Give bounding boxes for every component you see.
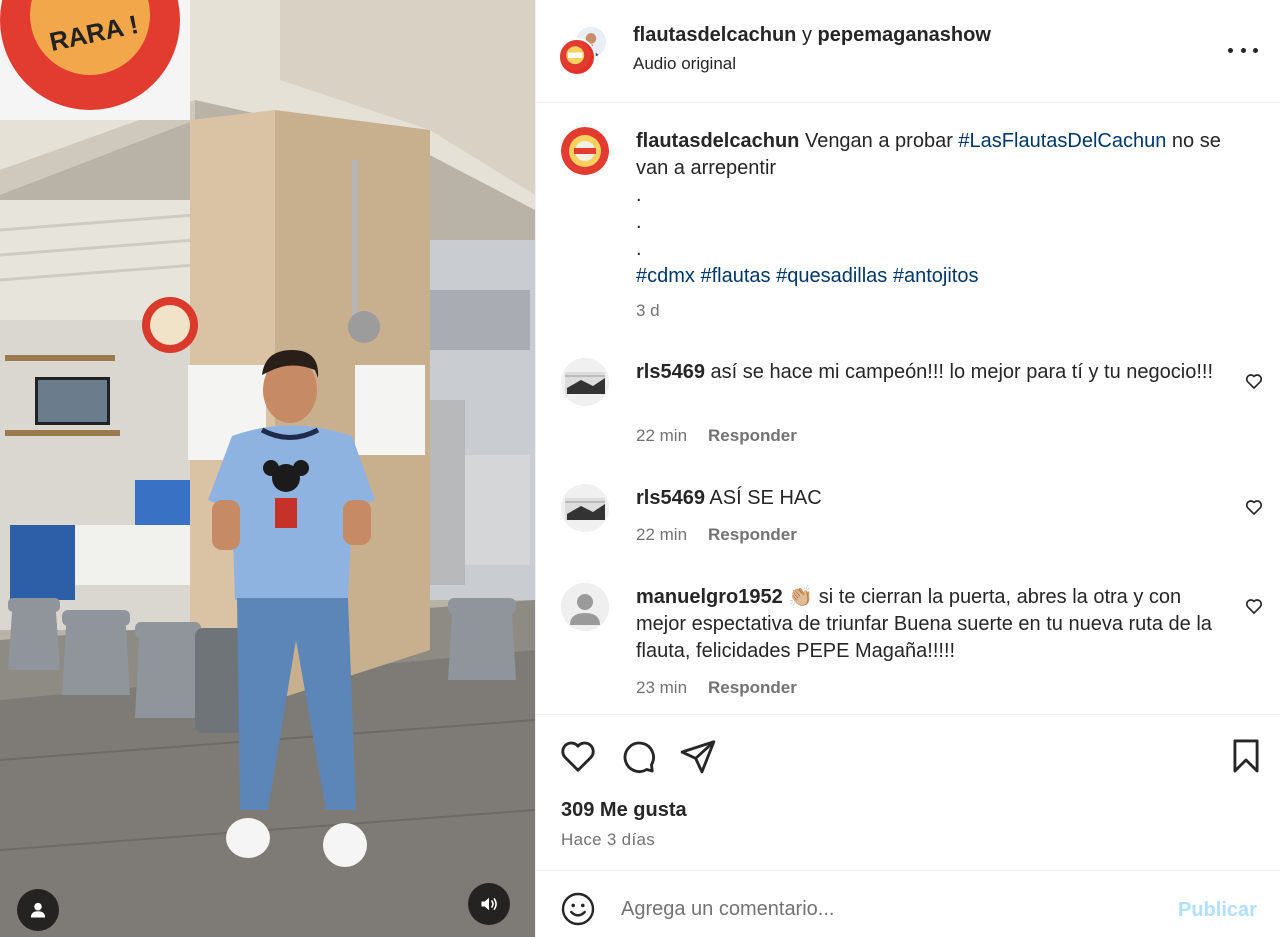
caption-dot: .: [636, 211, 642, 233]
post-media[interactable]: RARA !: [0, 0, 535, 937]
caption-avatar[interactable]: [561, 127, 609, 175]
comment-avatar[interactable]: [561, 583, 609, 631]
hashtag-link[interactable]: #antojitos: [893, 265, 979, 287]
post-date[interactable]: Hace 3 días: [561, 830, 655, 850]
comment-text: rls5469 ASÍ SE HAC: [636, 485, 1236, 512]
comment-time[interactable]: 23 min: [636, 678, 687, 697]
publish-button[interactable]: Publicar: [1178, 899, 1257, 922]
user-icon: [30, 902, 46, 918]
hashtag-main[interactable]: #LasFlautasDelCachun: [958, 130, 1166, 152]
hashtag-link[interactable]: #flautas: [700, 265, 770, 287]
caption-dot: .: [636, 184, 642, 206]
hashtag-link[interactable]: #cdmx: [636, 265, 695, 287]
audio-toggle-button[interactable]: [468, 883, 510, 925]
save-button[interactable]: [1227, 737, 1265, 775]
share-button[interactable]: [679, 737, 717, 775]
caption-hashtags: #cdmx #flautas #quesadillas #antojitos: [636, 263, 1236, 290]
comment-meta: 23 min Responder: [636, 678, 797, 698]
caption-dot: .: [636, 238, 642, 260]
timestamp[interactable]: 3 d: [636, 301, 660, 320]
comment-text: rls5469 así se hace mi campeón!!! lo mej…: [636, 359, 1236, 386]
heart-icon[interactable]: [1244, 497, 1264, 517]
post-details-panel: flautasdelcachun y pepemaganashow Audio …: [535, 0, 1280, 937]
comment-meta: 22 min Responder: [636, 426, 797, 446]
collab-avatars[interactable]: [558, 25, 610, 77]
heart-icon[interactable]: [1244, 596, 1264, 616]
comment-composer: Publicar: [536, 870, 1280, 937]
emoji-icon[interactable]: [560, 891, 596, 927]
comment-meta: 22 min Responder: [636, 525, 797, 545]
likes-count[interactable]: 309 Me gusta: [561, 799, 687, 822]
author-primary[interactable]: flautasdelcachun: [633, 24, 796, 46]
audio-label[interactable]: Audio original: [633, 54, 736, 74]
post-authors: flautasdelcachun y pepemaganashow: [633, 24, 991, 47]
reply-button[interactable]: Responder: [708, 426, 797, 445]
volume-icon: [481, 897, 497, 911]
caption-username[interactable]: flautasdelcachun: [636, 130, 799, 152]
author-secondary[interactable]: pepemaganashow: [818, 24, 991, 46]
comment-avatar[interactable]: [561, 484, 609, 532]
tagged-users-button[interactable]: [17, 889, 59, 931]
heart-icon[interactable]: [1244, 371, 1264, 391]
more-options-button[interactable]: [1228, 40, 1258, 60]
caption-body: Vengan a probar: [804, 130, 953, 152]
video-frame: RARA !: [0, 0, 535, 937]
comments-feed[interactable]: flautasdelcachun Vengan a probar #LasFla…: [536, 104, 1280, 714]
comment-button[interactable]: [619, 737, 657, 775]
comment-body: ASÍ SE HAC: [709, 487, 822, 509]
avatar-flautasdelcachun[interactable]: [558, 38, 596, 76]
comment-time[interactable]: 22 min: [636, 426, 687, 445]
caption-time: 3 d: [636, 301, 660, 321]
like-button[interactable]: [559, 737, 597, 775]
reply-button[interactable]: Responder: [708, 678, 797, 697]
default-avatar-icon: [561, 583, 609, 631]
more-options-icon: [1228, 47, 1233, 53]
post-header: flautasdelcachun y pepemaganashow Audio …: [536, 0, 1280, 103]
comment-body: así se hace mi campeón!!! lo mejor para …: [710, 361, 1214, 383]
comment-username[interactable]: manuelgro1952: [636, 586, 783, 608]
comment-username[interactable]: rls5469: [636, 487, 705, 509]
reply-button[interactable]: Responder: [708, 525, 797, 544]
comment-text: manuelgro1952 👏🏼 si te cierran la puerta…: [636, 584, 1236, 665]
comment-emoji: 👏🏼: [788, 586, 814, 608]
comment-time[interactable]: 22 min: [636, 525, 687, 544]
caption-text: flautasdelcachun Vengan a probar #LasFla…: [636, 128, 1236, 290]
author-connector: y: [801, 24, 812, 46]
comment-input[interactable]: [621, 891, 1161, 927]
hashtag-link[interactable]: #quesadillas: [776, 265, 887, 287]
comment-username[interactable]: rls5469: [636, 361, 705, 383]
action-bar: 309 Me gusta Hace 3 días: [536, 714, 1280, 870]
comment-avatar[interactable]: [561, 358, 609, 406]
